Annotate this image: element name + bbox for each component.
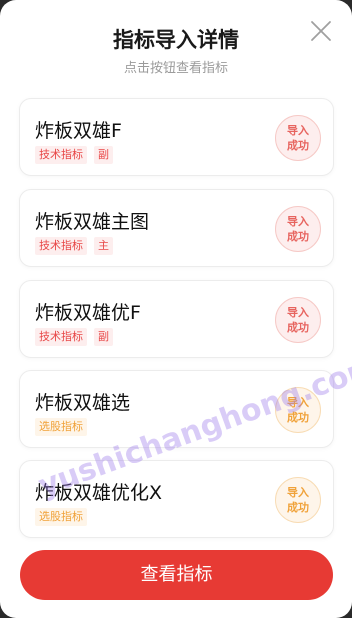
indicator-tags: 选股指标 (35, 508, 87, 526)
indicator-tags: 技术指标 主 (35, 237, 113, 255)
indicator-name: 炸板双雄主图 (35, 211, 150, 233)
status-line-2: 成功 (287, 139, 309, 152)
indicator-type-tag: 选股指标 (35, 508, 87, 526)
indicator-name: 炸板双雄选 (35, 392, 131, 414)
indicator-type-tag: 技术指标 (35, 328, 87, 346)
indicator-name: 炸板双雄优化X (35, 482, 163, 504)
indicator-type-tag: 技术指标 (35, 237, 87, 255)
indicator-name: 炸板双雄优F (35, 302, 141, 324)
indicator-type-tag: 选股指标 (35, 418, 87, 436)
status-line-1: 导入 (287, 396, 309, 409)
status-line-2: 成功 (287, 321, 309, 334)
indicator-tags: 选股指标 (35, 418, 87, 436)
page-title: 指标导入详情 (113, 28, 239, 52)
indicator-name: 炸板双雄F (35, 120, 122, 142)
indicator-card[interactable]: 炸板双雄优化X 选股指标 导入 成功 (19, 460, 334, 538)
page-subtitle: 点击按钮查看指标 (123, 61, 228, 76)
indicator-card[interactable]: 炸板双雄F 技术指标 副 导入 成功 (19, 98, 334, 176)
status-line-1: 导入 (287, 486, 309, 499)
indicator-card[interactable]: 炸板双雄选 选股指标 导入 成功 (19, 370, 334, 448)
status-line-1: 导入 (287, 306, 309, 319)
status-line-2: 成功 (287, 230, 309, 243)
indicator-position-tag: 副 (94, 328, 113, 346)
close-button[interactable] (308, 18, 334, 44)
view-indicators-button[interactable]: 查看指标 (20, 550, 333, 600)
status-line-1: 导入 (287, 124, 309, 137)
import-details-sheet: 指标导入详情 点击按钮查看指标 炸板双雄F 技术指标 副 导入 成功 炸板双雄主… (0, 0, 352, 618)
close-icon (311, 21, 331, 41)
indicator-tags: 技术指标 副 (35, 146, 113, 164)
status-line-1: 导入 (287, 215, 309, 228)
status-line-2: 成功 (287, 411, 309, 424)
import-status-badge: 导入 成功 (275, 115, 321, 161)
indicator-tags: 技术指标 副 (35, 328, 113, 346)
indicator-position-tag: 主 (94, 237, 113, 255)
indicator-position-tag: 副 (94, 146, 113, 164)
indicator-card[interactable]: 炸板双雄主图 技术指标 主 导入 成功 (19, 189, 334, 267)
indicator-card[interactable]: 炸板双雄优F 技术指标 副 导入 成功 (19, 280, 334, 358)
import-status-badge: 导入 成功 (275, 477, 321, 523)
import-status-badge: 导入 成功 (275, 297, 321, 343)
status-line-2: 成功 (287, 501, 309, 514)
indicator-type-tag: 技术指标 (35, 146, 87, 164)
import-status-badge: 导入 成功 (275, 387, 321, 433)
sheet-header: 指标导入详情 点击按钮查看指标 (0, 0, 352, 92)
import-status-badge: 导入 成功 (275, 206, 321, 252)
